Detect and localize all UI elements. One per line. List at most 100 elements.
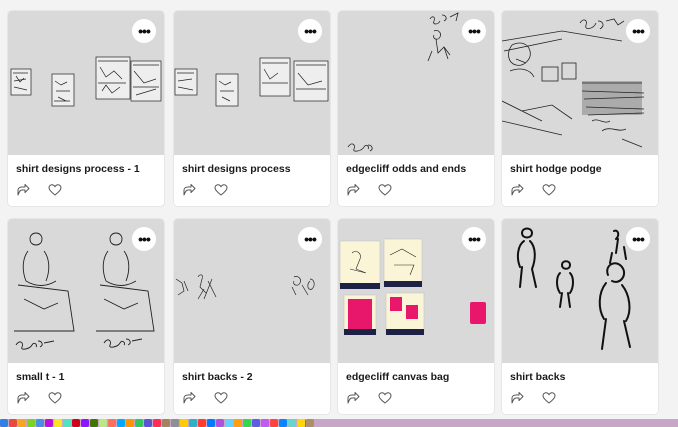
more-dots-icon: •••	[138, 23, 151, 39]
dock-app-icon[interactable]	[162, 419, 170, 427]
more-options-button[interactable]: •••	[462, 19, 486, 43]
dock-app-icon[interactable]	[108, 419, 116, 427]
heart-icon[interactable]	[214, 391, 228, 405]
share-arrow-icon[interactable]	[346, 183, 360, 197]
dock-app-icon[interactable]	[99, 419, 107, 427]
dock-separator	[305, 420, 306, 427]
more-dots-icon: •••	[304, 231, 317, 247]
share-arrow-icon[interactable]	[182, 391, 196, 405]
board-card[interactable]: ••• small t - 1	[8, 219, 164, 414]
dock-app-icon[interactable]	[252, 419, 260, 427]
dock-app-icon[interactable]	[198, 419, 206, 427]
more-options-button[interactable]: •••	[132, 19, 156, 43]
share-arrow-icon[interactable]	[16, 391, 30, 405]
board-card[interactable]: ••• shirt designs process - 1	[8, 11, 164, 206]
card-actions	[182, 391, 228, 405]
board-card[interactable]: ••• shirt backs	[502, 219, 658, 414]
dock-app-icon[interactable]	[72, 419, 80, 427]
heart-icon[interactable]	[542, 391, 556, 405]
dock-app-icon[interactable]	[81, 419, 89, 427]
board-thumbnail[interactable]: •••	[338, 219, 494, 363]
dock-app-icon[interactable]	[306, 419, 314, 427]
card-actions	[16, 183, 62, 197]
dock-app-icon[interactable]	[261, 419, 269, 427]
board-card[interactable]: ••• shirt hodge podge	[502, 11, 658, 206]
board-thumbnail[interactable]: •••	[338, 11, 494, 155]
dock-app-icon[interactable]	[207, 419, 215, 427]
more-options-button[interactable]: •••	[298, 227, 322, 251]
share-arrow-icon[interactable]	[510, 391, 524, 405]
dock-app-icon[interactable]	[234, 419, 242, 427]
dock-app-icon[interactable]	[36, 419, 44, 427]
dock-app-icon[interactable]	[225, 419, 233, 427]
card-actions	[16, 391, 62, 405]
board-card[interactable]: ••• shirt designs process	[174, 11, 330, 206]
dock-app-icon[interactable]	[180, 419, 188, 427]
more-options-button[interactable]: •••	[462, 227, 486, 251]
board-title[interactable]: shirt backs	[510, 371, 565, 383]
dock-app-icon[interactable]	[18, 419, 26, 427]
board-title[interactable]: shirt designs process - 1	[16, 163, 140, 175]
board-thumbnail[interactable]: •••	[174, 11, 330, 155]
dock-app-icon[interactable]	[135, 419, 143, 427]
more-dots-icon: •••	[632, 23, 645, 39]
dock-app-icon[interactable]	[153, 419, 161, 427]
heart-icon[interactable]	[378, 391, 392, 405]
board-title[interactable]: shirt backs - 2	[182, 371, 253, 383]
card-actions	[510, 183, 556, 197]
dock-app-icon[interactable]	[144, 419, 152, 427]
share-arrow-icon[interactable]	[346, 391, 360, 405]
dock-app-icon[interactable]	[216, 419, 224, 427]
share-arrow-icon[interactable]	[510, 183, 524, 197]
board-thumbnail[interactable]: •••	[8, 219, 164, 363]
dock-app-icon[interactable]	[297, 419, 305, 427]
board-card[interactable]: ••• shirt backs - 2	[174, 219, 330, 414]
more-dots-icon: •••	[138, 231, 151, 247]
board-title[interactable]: edgecliff canvas bag	[346, 371, 449, 383]
board-thumbnail[interactable]: •••	[502, 219, 658, 363]
dock-app-icon[interactable]	[288, 419, 296, 427]
dock-app-icon[interactable]	[189, 419, 197, 427]
dock-app-icon[interactable]	[270, 419, 278, 427]
heart-icon[interactable]	[48, 183, 62, 197]
more-dots-icon: •••	[468, 23, 481, 39]
board-title[interactable]: edgecliff odds and ends	[346, 163, 466, 175]
dock-app-icon[interactable]	[0, 419, 8, 427]
board-thumbnail[interactable]: •••	[502, 11, 658, 155]
dock-app-icon[interactable]	[126, 419, 134, 427]
board-title[interactable]: small t - 1	[16, 371, 64, 383]
dock-app-icon[interactable]	[243, 419, 251, 427]
dock-app-icon[interactable]	[171, 419, 179, 427]
board-title[interactable]: shirt designs process	[182, 163, 291, 175]
dock-app-icon[interactable]	[117, 419, 125, 427]
more-options-button[interactable]: •••	[626, 227, 650, 251]
macos-dock	[0, 419, 678, 427]
card-actions	[182, 183, 228, 197]
more-options-button[interactable]: •••	[626, 19, 650, 43]
card-actions	[346, 183, 392, 197]
dock-app-icon[interactable]	[90, 419, 98, 427]
more-dots-icon: •••	[632, 231, 645, 247]
more-options-button[interactable]: •••	[132, 227, 156, 251]
more-options-button[interactable]: •••	[298, 19, 322, 43]
dock-app-icon[interactable]	[45, 419, 53, 427]
dock-app-icon[interactable]	[54, 419, 62, 427]
dock-app-icon[interactable]	[63, 419, 71, 427]
dock-app-icon[interactable]	[9, 419, 17, 427]
more-dots-icon: •••	[304, 23, 317, 39]
heart-icon[interactable]	[378, 183, 392, 197]
heart-icon[interactable]	[542, 183, 556, 197]
board-thumbnail[interactable]: •••	[8, 11, 164, 155]
card-actions	[346, 391, 392, 405]
dock-app-icon[interactable]	[27, 419, 35, 427]
board-title[interactable]: shirt hodge podge	[510, 163, 602, 175]
heart-icon[interactable]	[48, 391, 62, 405]
heart-icon[interactable]	[214, 183, 228, 197]
share-arrow-icon[interactable]	[182, 183, 196, 197]
dock-apps	[0, 419, 314, 427]
board-card[interactable]: ••• edgecliff canvas bag	[338, 219, 494, 414]
share-arrow-icon[interactable]	[16, 183, 30, 197]
board-thumbnail[interactable]: •••	[174, 219, 330, 363]
board-card[interactable]: ••• edgecliff odds and ends	[338, 11, 494, 206]
dock-app-icon[interactable]	[279, 419, 287, 427]
